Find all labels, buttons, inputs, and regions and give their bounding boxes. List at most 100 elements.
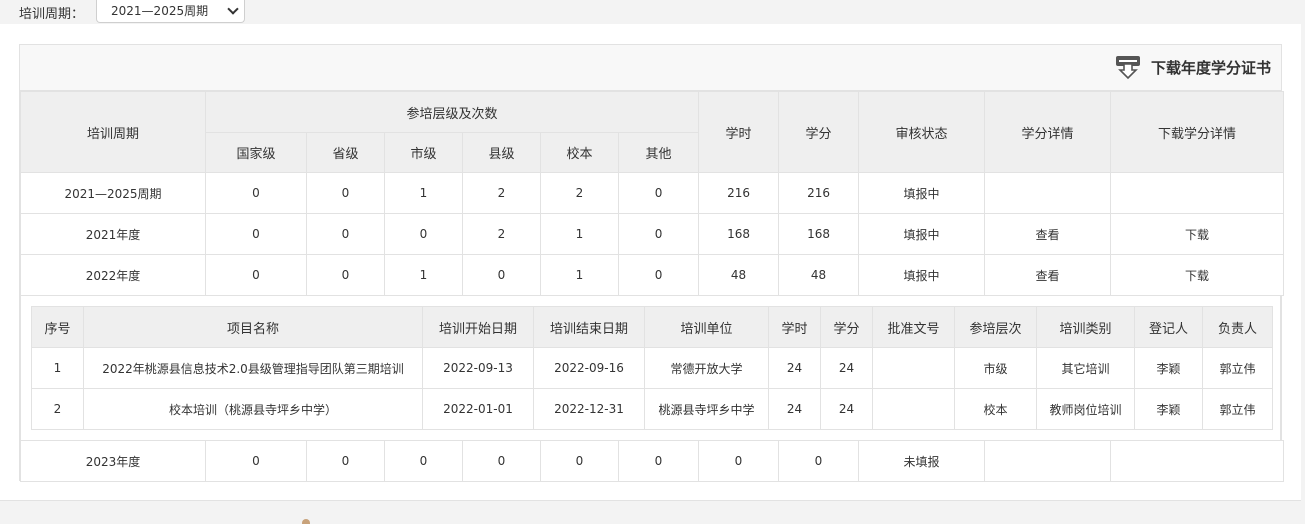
table-row: 2021—2025周期 0 0 1 2 2 0 216 216 填报中 — [20, 172, 1285, 214]
cell-other: 0 — [618, 440, 699, 482]
cell-no: 2 — [31, 388, 84, 430]
cell-owner: 郭立伟 — [1202, 347, 1273, 389]
cell-level: 市级 — [954, 347, 1037, 389]
cell-unit: 桃源县寺坪乡中学 — [644, 388, 769, 430]
cell-national: 0 — [205, 213, 307, 255]
col-credits: 学分 — [778, 91, 860, 173]
col-status: 审核状态 — [858, 91, 986, 173]
col-level-group: 参培层级及次数 — [204, 91, 700, 133]
cell-county: 0 — [462, 254, 541, 296]
cycle-select-value: 2021—2025周期 — [111, 4, 209, 18]
panel-header: 下载年度学分证书 — [20, 45, 1281, 91]
table-row: 2023年度 0 0 0 0 0 0 0 0 未填报 — [20, 440, 1284, 482]
cell-city: 1 — [384, 172, 463, 214]
credit-summary-table: 培训周期 参培层级及次数 学时 学分 审核状态 学分详情 下载学分详情 国家级 … — [20, 91, 1285, 296]
view-detail-link-2022[interactable]: 查看 — [1036, 269, 1060, 283]
cell-no: 1 — [31, 347, 84, 389]
col-unit: 培训单位 — [644, 306, 769, 348]
cell-national: 0 — [205, 254, 307, 296]
cell-start-date: 2022-09-13 — [422, 347, 534, 389]
cell-approval — [872, 347, 955, 389]
cell-credits: 216 — [778, 172, 860, 214]
cell-cycle: 2023年度 — [20, 440, 206, 482]
cell-registrar: 李颖 — [1134, 347, 1203, 389]
cell-school: 1 — [540, 254, 619, 296]
cell-county: 2 — [462, 213, 541, 255]
cell-province: 0 — [306, 254, 385, 296]
page: 培训周期： 2021—2025周期 下载年度学分证书 培训周期 参培层级及次数 … — [0, 0, 1305, 524]
cell-category: 教师岗位培训 — [1036, 388, 1135, 430]
cell-start-date: 2022-01-01 — [422, 388, 534, 430]
col-national: 国家级 — [205, 132, 307, 173]
col-credits: 学分 — [820, 306, 873, 348]
cell-unit: 常德开放大学 — [644, 347, 769, 389]
col-cycle: 培训周期 — [20, 91, 206, 173]
cell-province: 0 — [306, 213, 385, 255]
table-row: 1 2022年桃源县信息技术2.0县级管理指导团队第三期培训 2022-09-1… — [31, 347, 1273, 389]
col-category: 培训类别 — [1036, 306, 1135, 348]
table-row: 2 校本培训（桃源县寺坪乡中学） 2022-01-01 2022-12-31 桃… — [31, 388, 1273, 430]
project-detail-table: 序号 项目名称 培训开始日期 培训结束日期 培训单位 学时 学分 批准文号 参培… — [31, 306, 1273, 430]
view-detail-link-2021[interactable]: 查看 — [1036, 228, 1060, 242]
cell-credits: 24 — [820, 388, 873, 430]
col-project-name: 项目名称 — [83, 306, 423, 348]
col-download: 下载学分详情 — [1110, 91, 1285, 173]
col-province: 省级 — [306, 132, 385, 173]
project-header-row: 序号 项目名称 培训开始日期 培训结束日期 培训单位 学时 学分 批准文号 参培… — [31, 306, 1273, 348]
col-registrar: 登记人 — [1134, 306, 1203, 348]
cell-level: 校本 — [954, 388, 1037, 430]
cell-province: 0 — [306, 172, 385, 214]
table-row: 2022年度 0 0 1 0 1 0 48 48 填报中 查看 下载 — [20, 254, 1285, 296]
project-detail-wrap: 序号 项目名称 培训开始日期 培训结束日期 培训单位 学时 学分 批准文号 参培… — [20, 296, 1281, 440]
cell-hours: 24 — [768, 347, 821, 389]
cell-end-date: 2022-12-31 — [533, 388, 645, 430]
cell-project-name: 2022年桃源县信息技术2.0县级管理指导团队第三期培训 — [83, 347, 423, 389]
cell-hours: 0 — [698, 440, 779, 482]
col-hours: 学时 — [698, 91, 780, 173]
cell-download — [1110, 172, 1285, 214]
cell-status: 填报中 — [858, 254, 986, 296]
cell-status: 填报中 — [858, 213, 986, 255]
col-end-date: 培训结束日期 — [533, 306, 645, 348]
cell-category: 其它培训 — [1036, 347, 1135, 389]
col-hours: 学时 — [768, 306, 821, 348]
cell-status: 填报中 — [858, 172, 986, 214]
col-start-date: 培训开始日期 — [422, 306, 534, 348]
table-row: 2021年度 0 0 0 2 1 0 168 168 填报中 查看 下载 — [20, 213, 1285, 255]
cell-credits: 24 — [820, 347, 873, 389]
cell-county: 0 — [462, 440, 541, 482]
col-detail: 学分详情 — [984, 91, 1112, 173]
cycle-select[interactable]: 2021—2025周期 — [96, 0, 246, 23]
decorative-ornament — [302, 519, 310, 524]
cell-city: 0 — [384, 213, 463, 255]
cell-project-name: 校本培训（桃源县寺坪乡中学） — [83, 388, 423, 430]
col-city: 市级 — [384, 132, 463, 173]
download-detail-link-2022[interactable]: 下载 — [1185, 269, 1209, 283]
cell-hours: 168 — [698, 213, 780, 255]
col-level: 参培层次 — [954, 306, 1037, 348]
credit-summary-table-2023: 2023年度 0 0 0 0 0 0 0 0 未填报 — [20, 440, 1284, 482]
col-no: 序号 — [31, 306, 84, 348]
col-other: 其他 — [617, 132, 700, 173]
col-school: 校本 — [540, 132, 619, 173]
cell-detail — [984, 440, 1111, 482]
chevron-down-icon — [227, 3, 239, 15]
cycle-filter-label: 培训周期： — [19, 6, 85, 22]
cell-other: 0 — [617, 254, 700, 296]
download-cert-button[interactable]: 下载年度学分证书 — [1115, 54, 1271, 80]
cell-school: 2 — [540, 172, 619, 214]
cell-cycle: 2022年度 — [20, 254, 206, 296]
cell-province: 0 — [306, 440, 385, 482]
credit-panel: 下载年度学分证书 培训周期 参培层级及次数 学时 学分 审核状态 学分详情 下载… — [0, 24, 1301, 501]
download-detail-link-2021[interactable]: 下载 — [1185, 228, 1209, 242]
cell-county: 2 — [462, 172, 541, 214]
cell-approval — [872, 388, 955, 430]
cell-school: 1 — [540, 213, 619, 255]
page-footer-strip — [0, 501, 1305, 524]
cell-national: 0 — [205, 440, 307, 482]
cell-credits: 168 — [778, 213, 860, 255]
table-header-row: 培训周期 参培层级及次数 学时 学分 审核状态 学分详情 下载学分详情 — [20, 91, 1285, 173]
cycle-filter: 培训周期： 2021—2025周期 — [19, 0, 246, 24]
cell-owner: 郭立伟 — [1202, 388, 1273, 430]
download-icon — [1115, 56, 1140, 80]
